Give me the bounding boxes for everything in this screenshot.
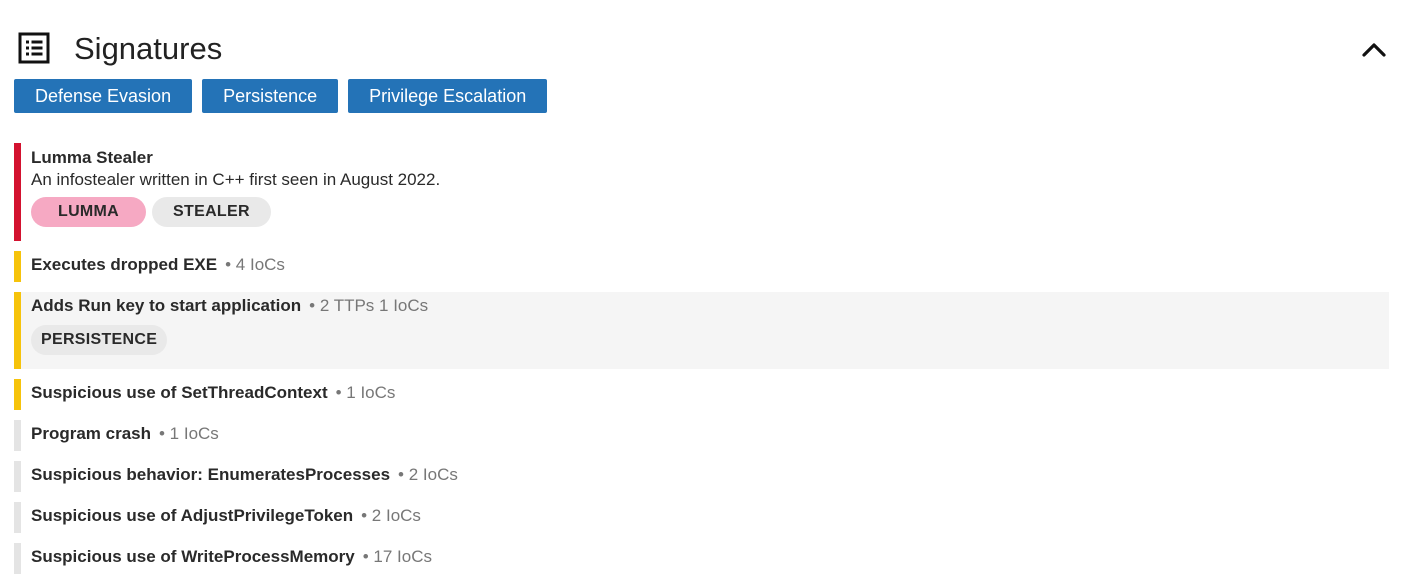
signature-meta: • 4 IoCs <box>225 255 285 274</box>
severity-bar <box>14 251 21 282</box>
tag-lumma[interactable]: LUMMA <box>31 197 147 227</box>
signature-name: Suspicious use of AdjustPrivilegeToken <box>31 506 354 525</box>
tactic-button-persistence[interactable]: Persistence <box>202 79 339 113</box>
signature-item[interactable]: Lumma Stealer An infostealer written in … <box>14 143 1389 241</box>
signature-name: Suspicious use of WriteProcessMemory <box>31 547 355 566</box>
signature-name: Suspicious use of SetThreadContext <box>31 383 328 402</box>
list-icon <box>18 32 50 64</box>
severity-bar <box>14 502 21 533</box>
signature-item[interactable]: Executes dropped EXE • 4 IoCs <box>14 251 1389 282</box>
tag-persistence[interactable]: PERSISTENCE <box>31 325 168 355</box>
signature-name: Suspicious behavior: EnumeratesProcesses <box>31 465 391 484</box>
signature-item[interactable]: Suspicious use of WriteProcessMemory • 17… <box>14 543 1389 574</box>
signature-name: Lumma Stealer <box>31 148 153 167</box>
signature-meta: • 1 IoCs <box>159 424 219 443</box>
tactic-button-privilege-escalation[interactable]: Privilege Escalation <box>348 79 548 113</box>
severity-bar <box>14 143 21 241</box>
signatures-header: Signatures <box>18 30 1389 70</box>
tactic-button-defense-evasion[interactable]: Defense Evasion <box>14 79 193 113</box>
signature-meta: • 2 TTPs 1 IoCs <box>309 296 429 315</box>
severity-bar <box>14 543 21 574</box>
tag-stealer[interactable]: STEALER <box>152 197 271 227</box>
signature-name: Program crash <box>31 424 151 443</box>
signature-description: An infostealer written in C++ first seen… <box>31 170 441 189</box>
severity-bar <box>14 379 21 410</box>
signature-item[interactable]: Program crash • 1 IoCs <box>14 420 1389 451</box>
signature-meta: • 2 IoCs <box>361 506 421 525</box>
page-title: Signatures <box>74 31 223 66</box>
severity-bar <box>14 420 21 451</box>
signature-meta: • 1 IoCs <box>335 383 396 402</box>
tag-group: LUMMA STEALER <box>31 197 1389 227</box>
tactic-filter-group: Defense Evasion Persistence Privilege Es… <box>14 79 548 113</box>
signature-meta: • 17 IoCs <box>362 547 432 566</box>
severity-bar <box>14 292 21 369</box>
signature-item[interactable]: Suspicious use of SetThreadContext • 1 Io… <box>14 379 1389 410</box>
tag-group: PERSISTENCE <box>31 325 1389 355</box>
signature-item[interactable]: Suspicious use of AdjustPrivilegeToken • … <box>14 502 1389 533</box>
signature-item[interactable]: Adds Run key to start application • 2 TTP… <box>14 292 1389 369</box>
signature-list: Lumma Stealer An infostealer written in … <box>14 143 1389 574</box>
signature-meta: • 2 IoCs <box>398 465 458 484</box>
chevron-up-icon[interactable] <box>1359 34 1389 64</box>
signature-item[interactable]: Suspicious behavior: EnumeratesProcesses… <box>14 461 1389 492</box>
severity-bar <box>14 461 21 492</box>
signature-name: Adds Run key to start application <box>31 296 302 315</box>
signature-name: Executes dropped EXE <box>31 255 218 274</box>
